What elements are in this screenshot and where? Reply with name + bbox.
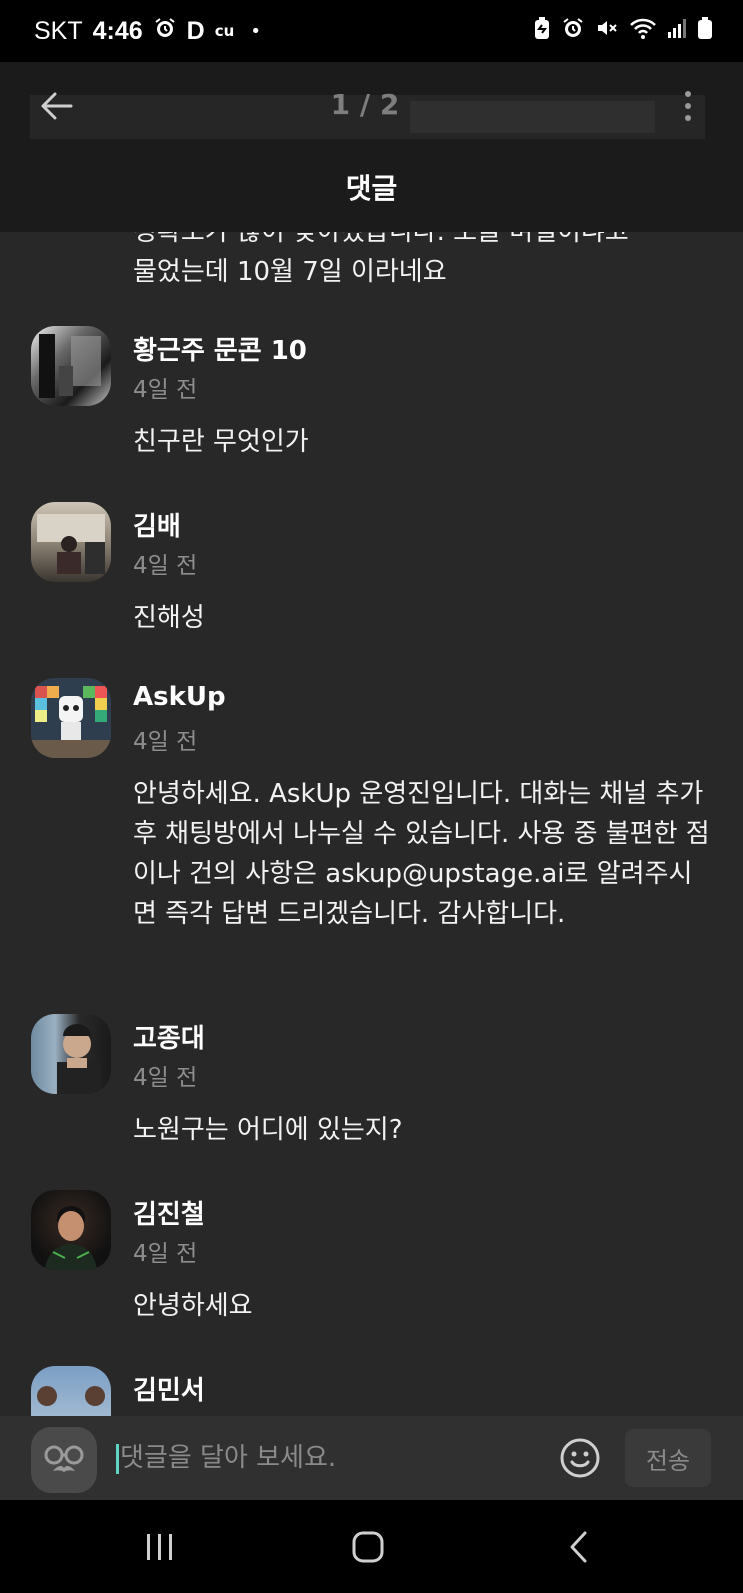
avatar[interactable]	[31, 1366, 111, 1416]
commenter-name[interactable]: 김민서	[133, 1370, 205, 1407]
send-button[interactable]: 전송	[625, 1429, 711, 1487]
comment-time: 4일 전	[133, 553, 198, 579]
preview-thumbnail	[410, 101, 655, 133]
back-icon	[570, 1531, 587, 1563]
home-icon	[352, 1531, 384, 1563]
home-button[interactable]	[338, 1520, 398, 1574]
commenter-name[interactable]: 황근주 문콘 10	[133, 330, 307, 367]
comment-time: 4일 전	[133, 1241, 198, 1267]
comments-header: 댓글	[0, 142, 743, 232]
glasses-mustache-icon	[44, 1445, 84, 1472]
text-caret	[116, 1444, 119, 1474]
smiley-icon	[560, 1438, 600, 1478]
commenter-name[interactable]: 김배	[133, 506, 181, 543]
comment-body: 안녕하세요	[133, 1291, 253, 1321]
comment-body: 노원구는 어디에 있는지?	[133, 1115, 403, 1145]
avatar[interactable]	[31, 326, 111, 406]
status-bar-left: SKT 4:46 D cu •	[34, 16, 261, 46]
avatar[interactable]	[31, 502, 111, 582]
status-bar: SKT 4:46 D cu •	[0, 0, 743, 62]
avatar[interactable]	[31, 1190, 111, 1270]
carrier-label: SKT	[34, 16, 83, 45]
mute-icon	[595, 16, 619, 46]
comment-time: 4일 전	[133, 1065, 198, 1091]
d-app-icon: D	[186, 16, 205, 45]
notification-dot: •	[250, 20, 261, 42]
comment-time: 4일 전	[133, 729, 198, 755]
back-button[interactable]	[34, 84, 78, 128]
comment-time: 4일 전	[133, 377, 198, 403]
recent-apps-icon	[147, 1534, 172, 1560]
system-nav-bar	[0, 1500, 743, 1593]
comment-input-bar: 전송	[0, 1416, 743, 1500]
signal-icon	[667, 17, 687, 45]
battery-icon	[697, 16, 713, 46]
recent-apps-button[interactable]	[130, 1520, 190, 1574]
comment-input[interactable]	[120, 1436, 540, 1480]
avatar[interactable]	[31, 678, 111, 758]
page-title: 댓글	[345, 172, 398, 205]
back-arrow-icon	[41, 92, 73, 120]
comment-list[interactable]: 정확도가 많이 낮아졌습니다. 오늘 며칠이냐고 물었는데 10월 7일 이라네…	[0, 232, 743, 1416]
previous-comment-body: 정확도가 많이 낮아졌습니다. 오늘 며칠이냐고 물었는데 10월 7일 이라네…	[133, 232, 713, 292]
commenter-name[interactable]: 김진철	[133, 1194, 205, 1231]
status-bar-right	[533, 16, 713, 46]
battery-saver-icon	[533, 16, 551, 46]
nav-back-button[interactable]	[548, 1520, 608, 1574]
emoticon-button[interactable]	[558, 1436, 602, 1480]
cu-app-icon: cu	[214, 22, 235, 40]
clock: 4:46	[92, 16, 143, 45]
wifi-icon	[629, 16, 657, 46]
comment-body: 진해성	[133, 603, 205, 633]
more-options-button[interactable]	[670, 86, 706, 126]
alarm-icon	[561, 16, 585, 46]
comment-body: 안녕하세요. AskUp 운영진입니다. 대화는 채널 추가 후 채팅방에서 나…	[133, 779, 710, 929]
comment-body: 친구란 무엇인가	[133, 427, 309, 457]
more-vertical-icon	[685, 91, 691, 121]
page-indicator: 1 / 2	[330, 88, 400, 121]
previous-comment-line: 물었는데 10월 7일 이라네요	[133, 257, 447, 287]
alarm-icon	[153, 16, 177, 46]
commenter-name[interactable]: AskUp	[133, 682, 226, 712]
previous-comment-line: 정확도가 많이 낮아졌습니다. 오늘 며칠이냐고	[133, 232, 629, 247]
commenter-name[interactable]: 고종대	[133, 1018, 205, 1055]
avatar[interactable]	[31, 1014, 111, 1094]
profile-emoji-button[interactable]	[31, 1427, 97, 1493]
